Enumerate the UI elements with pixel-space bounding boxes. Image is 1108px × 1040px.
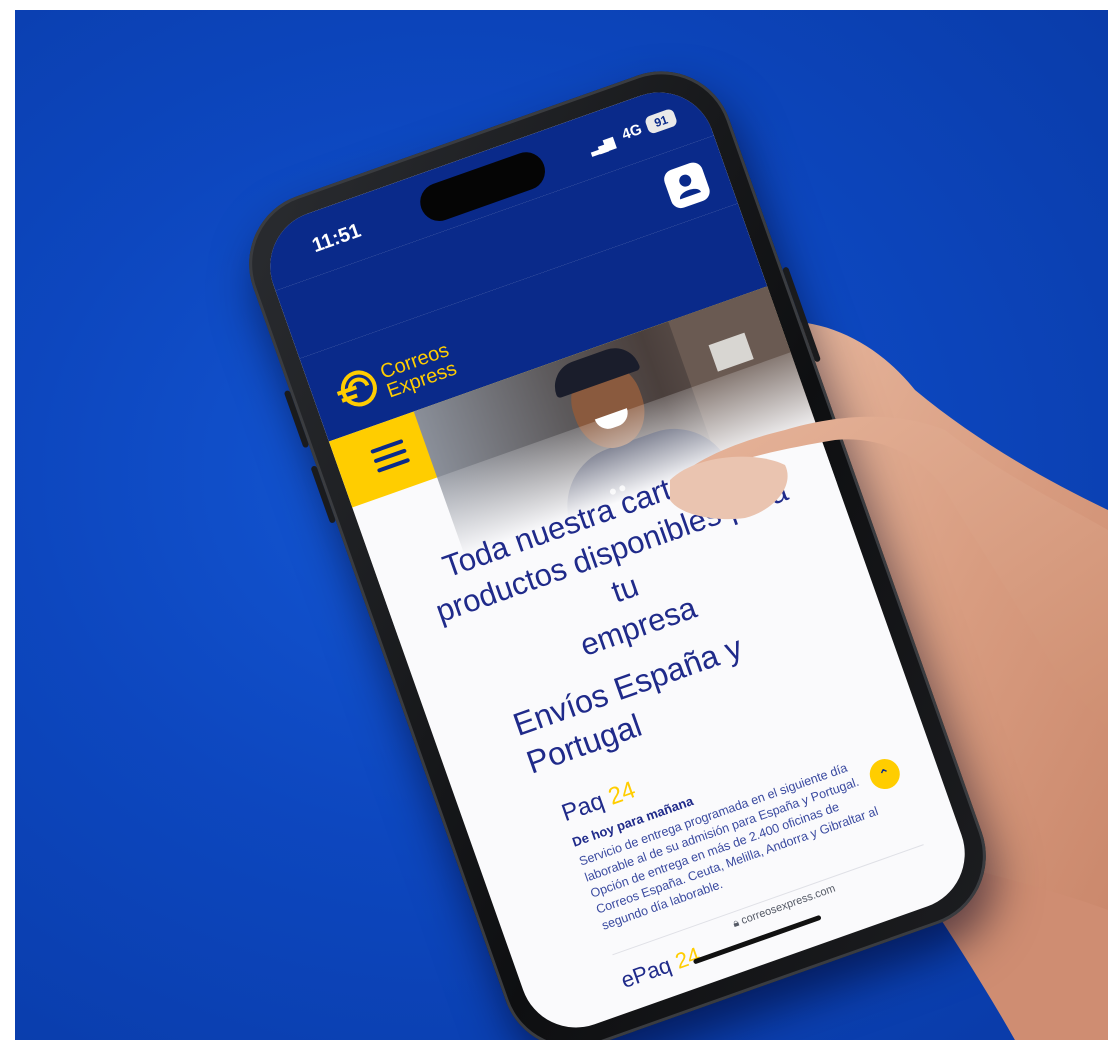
product-name: ePaq	[617, 952, 675, 993]
product-number: 24	[604, 776, 639, 811]
chevron-up-icon: ⌃	[876, 765, 894, 785]
lock-icon: 🔒︎	[731, 916, 741, 930]
product-title[interactable]: ePaq 24	[618, 942, 704, 994]
photo-background: 11:51 ▂▄▆ 4G 91 Correos Express Toda nue…	[15, 10, 1108, 1040]
product-name: Paq	[558, 787, 608, 828]
